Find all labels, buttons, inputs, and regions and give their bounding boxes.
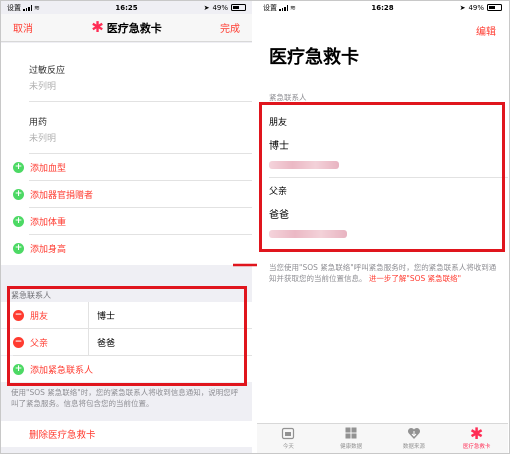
add-height-row[interactable]: + 添加身高: [1, 235, 252, 261]
wifi-icon: ≋: [34, 3, 40, 12]
cancel-button[interactable]: 取消: [13, 20, 63, 35]
emergency-footnote: 使用"SOS 紧急联络"时，您的紧急联系人将收到信息通知，说明您呼叫了紧急服务。…: [11, 388, 239, 408]
delete-medical-id-button[interactable]: 删除医疗急救卡: [1, 421, 252, 447]
tab-today[interactable]: 今天: [257, 424, 320, 453]
signal-icon: [279, 4, 288, 11]
battery-percent: 49%: [212, 3, 228, 12]
done-button[interactable]: 完成: [190, 20, 240, 35]
status-bar: 设置 ≋ 16:25 ➤ 49%: [1, 1, 252, 14]
tab-label: 医疗急救卡: [462, 444, 491, 450]
add-item-label: 添加体重: [30, 217, 67, 228]
battery-icon: [487, 4, 502, 11]
navigation-bar: 取消 ✱ 医疗急救卡 完成: [1, 14, 252, 42]
page-title: ✱ 医疗急救卡: [63, 20, 190, 36]
tab-label: 今天: [282, 444, 294, 450]
add-weight-row[interactable]: + 添加体重: [1, 208, 252, 234]
emergency-footnote: 当您使用"SOS 紧急联络"呼叫紧急服务时，您的紧急联系人将收到通知并获取您的当…: [269, 262, 498, 284]
status-bar: 设置 ≋ 16:28 ➤ 49%: [257, 1, 508, 14]
back-to-settings[interactable]: 设置: [7, 3, 21, 13]
plus-icon: +: [13, 161, 24, 173]
field-value: 未列明: [29, 134, 57, 144]
plus-icon: +: [13, 188, 24, 200]
tab-health-data[interactable]: 健康数据: [320, 424, 383, 453]
highlight-box: [259, 102, 505, 252]
divider: [29, 101, 252, 102]
grid-icon: [345, 427, 357, 439]
medical-star-icon: ✱: [469, 423, 484, 443]
battery-icon: [231, 4, 246, 11]
heart-download-icon: [407, 427, 420, 439]
tab-sources[interactable]: 数据来源: [383, 424, 446, 453]
tab-label: 数据来源: [402, 444, 425, 450]
add-item-label: 添加血型: [30, 163, 67, 174]
location-icon: ➤: [203, 3, 210, 12]
wifi-icon: ≋: [290, 3, 296, 12]
add-item-label: 添加器官捐赠者: [30, 190, 94, 201]
back-to-settings[interactable]: 设置: [263, 3, 277, 13]
tab-label: 健康数据: [340, 444, 363, 450]
tab-medical-id[interactable]: ✱ 医疗急救卡: [445, 424, 508, 453]
plus-icon: +: [13, 242, 24, 254]
signal-icon: [23, 4, 32, 11]
plus-icon: +: [13, 215, 24, 227]
add-item-label: 添加身高: [30, 244, 67, 255]
highlight-box: [7, 286, 247, 386]
tab-bar: 今天 健康数据 数据来源 ✱ 医疗急救卡: [257, 423, 508, 453]
add-blood-type-row[interactable]: + 添加血型: [1, 154, 252, 180]
field-value: 未列明: [29, 82, 57, 92]
left-phone-screen: 设置 ≋ 16:25 ➤ 49% 取消 ✱ 医疗急救卡 完成 过敏反应 未列明 …: [1, 1, 252, 453]
page-title: 医疗急救卡: [269, 47, 359, 68]
battery-percent: 49%: [468, 3, 484, 12]
medical-star-icon: ✱: [91, 18, 104, 36]
page-title-text: 医疗急救卡: [106, 21, 162, 35]
field-label: 过敏反应: [29, 66, 66, 76]
allergies-field[interactable]: 过敏反应 未列明: [29, 63, 65, 92]
status-time: 16:25: [115, 3, 138, 12]
right-phone-screen: 设置 ≋ 16:28 ➤ 49% 编辑 医疗急救卡 紧急联系人 朋友 博士 父亲…: [257, 1, 508, 453]
edit-button[interactable]: 编辑: [476, 23, 496, 38]
status-time: 16:28: [371, 3, 394, 12]
calendar-icon: [282, 427, 295, 440]
add-organ-donor-row[interactable]: + 添加器官捐赠者: [1, 181, 252, 207]
medications-field[interactable]: 用药 未列明: [29, 115, 56, 144]
field-label: 用药: [29, 118, 48, 128]
location-icon: ➤: [459, 3, 466, 12]
learn-more-link[interactable]: 进一步了解"SOS 紧急联络": [369, 274, 461, 283]
